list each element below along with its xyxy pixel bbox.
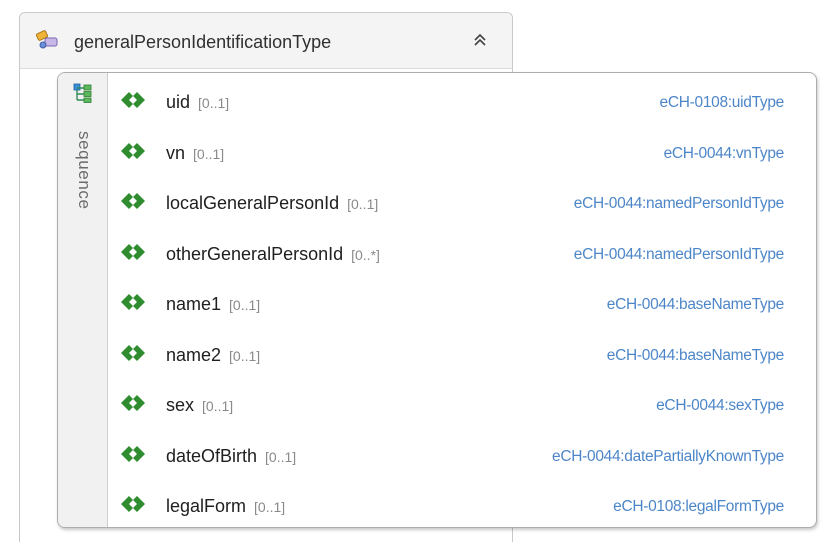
complex-type-name: generalPersonIdentificationType [74, 32, 332, 52]
element-type-link[interactable]: eCH-0044:namedPersonIdType [574, 195, 785, 213]
element-icon [121, 344, 145, 361]
element-row[interactable]: uid [0..1] eCH-0108:uidType [108, 77, 816, 127]
element-cardinality: [0..1] [347, 196, 379, 212]
element-type-link[interactable]: eCH-0044:baseNameType [607, 296, 785, 314]
element-icon [121, 445, 145, 462]
element-row[interactable]: otherGeneralPersonId [0..*] eCH-0044:named… [108, 229, 816, 279]
element-icon [121, 294, 145, 310]
element-name-text: name2 [166, 344, 222, 365]
element-row[interactable]: localGeneralPersonId [0..1] eCH-0044:named… [108, 178, 816, 228]
element-name: legalForm [0..1] [166, 496, 285, 517]
element-type-link[interactable]: eCH-0044:sexType [656, 397, 784, 415]
sequence-box: sequence uid [0..1] eCH-0108:uidType vn [0..… [57, 72, 817, 528]
element-name-text: otherGeneralPersonId [166, 243, 344, 264]
element-name: otherGeneralPersonId [0..*] [166, 244, 380, 265]
element-name: dateOfBirth [0..1] [166, 446, 296, 467]
element-name: sex [0..1] [166, 395, 233, 416]
element-icon [121, 92, 145, 108]
element-name: vn [0..1] [166, 143, 224, 164]
element-name-text: vn [166, 142, 186, 163]
element-cardinality: [0..1] [193, 145, 225, 162]
element-name: localGeneralPersonId [0..1] [166, 193, 378, 214]
element-name-text: name1 [166, 294, 222, 314]
element-row[interactable]: sex [0..1] eCH-0044:sexType [108, 380, 816, 430]
element-cardinality: [0..*] [351, 246, 380, 263]
element-icon [121, 142, 145, 159]
sequence-icon [73, 83, 92, 103]
element-type-link[interactable]: eCH-0108:legalFormType [613, 498, 784, 516]
element-name: name1 [0..1] [166, 294, 260, 315]
element-name-text: uid [166, 92, 191, 112]
element-name: uid [0..1] [166, 92, 229, 113]
element-type-link[interactable]: eCH-0044:datePartiallyKnownType [552, 448, 784, 466]
double-chevron-up-icon[interactable] [472, 32, 488, 48]
sequence-label: sequence [75, 131, 94, 210]
element-name-text: localGeneralPersonId [166, 193, 340, 213]
element-type-link[interactable]: eCH-0044:vnType [664, 145, 785, 163]
complex-type-header: generalPersonIdentificationType [20, 13, 512, 69]
element-icon [121, 395, 145, 411]
element-type-link[interactable]: eCH-0108:uidType [660, 94, 785, 112]
element-row[interactable]: vn [0..1] eCH-0044:vnType [108, 128, 816, 178]
element-cardinality: [0..1] [229, 347, 261, 364]
element-cardinality: [0..1] [254, 499, 286, 515]
element-type-link[interactable]: eCH-0044:namedPersonIdType [574, 246, 785, 264]
element-cardinality: [0..1] [202, 398, 234, 414]
element-name-text: dateOfBirth [166, 445, 258, 466]
element-cardinality: [0..1] [198, 95, 230, 111]
element-row[interactable]: legalForm [0..1] eCH-0108:legalFormType [108, 481, 816, 527]
sequence-strip: sequence [58, 73, 108, 527]
element-type-link[interactable]: eCH-0044:baseNameType [607, 347, 785, 365]
element-row[interactable]: dateOfBirth [0..1] eCH-0044:datePartiallyK… [108, 431, 816, 481]
element-cardinality: [0..1] [265, 448, 297, 465]
element-name-text: legalForm [166, 496, 247, 516]
complex-type-icon [35, 30, 58, 49]
element-icon [121, 496, 145, 512]
element-row[interactable]: name1 [0..1] eCH-0044:baseNameType [108, 279, 816, 329]
element-name-text: sex [166, 395, 195, 415]
element-icon [121, 193, 145, 209]
element-name: name2 [0..1] [166, 345, 260, 366]
element-cardinality: [0..1] [229, 297, 261, 313]
element-icon [121, 243, 145, 260]
element-row[interactable]: name2 [0..1] eCH-0044:baseNameType [108, 330, 816, 380]
